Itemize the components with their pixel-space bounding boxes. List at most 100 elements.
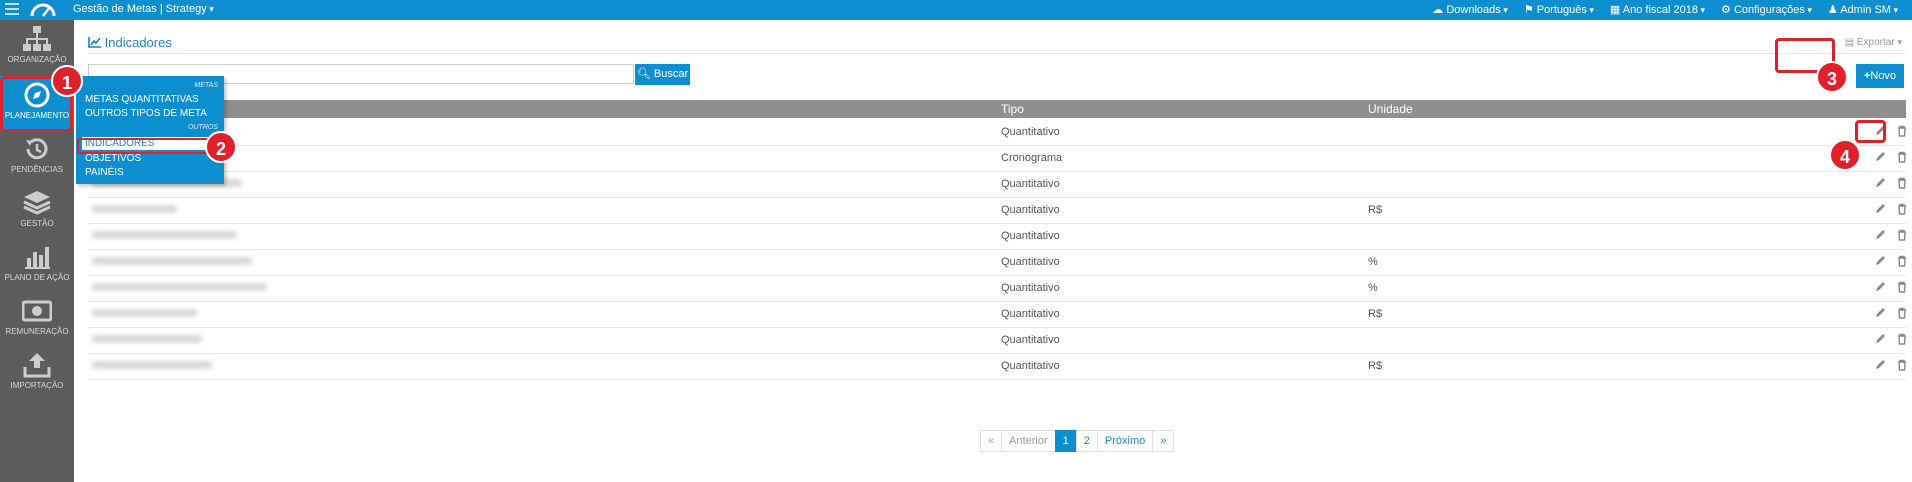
blurred-name bbox=[92, 231, 237, 239]
downloads-menu[interactable]: ☁ Downloads bbox=[1432, 3, 1508, 16]
settings-label: Configurações bbox=[1733, 4, 1805, 16]
hamburger-menu-icon[interactable] bbox=[5, 3, 19, 18]
page-2-link[interactable]: 2 bbox=[1075, 430, 1098, 452]
cell-unidade: R$ bbox=[1368, 360, 1383, 372]
page-title: Indicadores bbox=[88, 35, 172, 50]
search-button-label: Buscar bbox=[653, 68, 689, 80]
export-dropdown[interactable]: ▤ Exportar bbox=[1845, 37, 1902, 48]
table-row[interactable]: Quantitativo R$ bbox=[88, 353, 1906, 380]
first-page-link[interactable]: « bbox=[980, 430, 1003, 452]
pencil-icon[interactable] bbox=[1874, 177, 1886, 189]
cell-unidade: % bbox=[1368, 256, 1378, 268]
section-label-outros: OUTROS bbox=[188, 124, 218, 131]
page-1-link[interactable]: 1 bbox=[1054, 430, 1077, 452]
trash-icon[interactable] bbox=[1896, 203, 1908, 215]
sidebar-item-label: IMPORTAÇÃO bbox=[10, 381, 64, 390]
pencil-icon[interactable] bbox=[1874, 333, 1886, 345]
main-content: Indicadores ▤ Exportar 🔍︎ Buscar +Novo T… bbox=[74, 20, 1912, 482]
top-menu: ☁ Downloads ⚑ Português ▦ Ano fiscal 201… bbox=[1432, 3, 1898, 16]
table-row[interactable]: Quantitativo % bbox=[88, 249, 1906, 276]
pencil-icon[interactable] bbox=[1874, 229, 1886, 241]
section-label-metas: METAS bbox=[194, 82, 218, 89]
fiscal-year-menu[interactable]: ▦ Ano fiscal 2018 bbox=[1610, 3, 1705, 16]
cell-unidade: R$ bbox=[1368, 204, 1383, 216]
cell-tipo: Cronograma bbox=[1001, 152, 1063, 164]
trash-icon[interactable] bbox=[1896, 281, 1908, 293]
trash-icon[interactable] bbox=[1896, 229, 1908, 241]
pencil-icon[interactable] bbox=[1874, 281, 1886, 293]
page-title-text: Indicadores bbox=[104, 35, 172, 50]
table-row[interactable]: Cronograma bbox=[88, 145, 1906, 172]
speedometer-logo-icon[interactable] bbox=[28, 0, 58, 18]
pencil-icon[interactable] bbox=[1874, 307, 1886, 319]
money-icon bbox=[22, 300, 52, 322]
blurred-name bbox=[92, 335, 202, 343]
search-button[interactable]: 🔍︎ Buscar bbox=[635, 64, 690, 85]
settings-menu[interactable]: ⚙ Configurações bbox=[1721, 3, 1812, 16]
pencil-icon[interactable] bbox=[1874, 359, 1886, 371]
cell-tipo: Quantitativo bbox=[1001, 360, 1060, 372]
trash-icon[interactable] bbox=[1896, 307, 1908, 319]
divider bbox=[88, 53, 1906, 54]
highlight-edit-icon bbox=[1855, 120, 1886, 143]
language-menu[interactable]: ⚑ Português bbox=[1524, 3, 1594, 16]
planejamento-dropdown: METAS METAS QUANTITATIVAS OUTROS TIPOS D… bbox=[76, 76, 224, 184]
blurred-name bbox=[92, 361, 212, 369]
trash-icon[interactable] bbox=[1896, 333, 1908, 345]
blurred-name bbox=[92, 309, 197, 317]
table-row[interactable]: Quantitativo bbox=[88, 171, 1906, 198]
trash-icon[interactable] bbox=[1896, 177, 1908, 189]
cell-tipo: Quantitativo bbox=[1001, 334, 1060, 346]
app-title-dropdown[interactable]: Gestão de Metas | Strategy bbox=[73, 3, 214, 15]
table-row[interactable]: Quantitativo % bbox=[88, 275, 1906, 302]
column-header-unidade: Unidade bbox=[1368, 102, 1413, 116]
upload-icon bbox=[23, 353, 51, 378]
cell-tipo: Quantitativo bbox=[1001, 204, 1060, 216]
search-icon: 🔍︎ bbox=[636, 68, 651, 80]
language-label: Português bbox=[1536, 4, 1587, 16]
menu-item-objetivos[interactable]: OBJETIVOS bbox=[85, 153, 141, 164]
sidebar-item-plano-de-acao[interactable]: PLANO DE AÇÃO bbox=[0, 238, 74, 292]
trash-icon[interactable] bbox=[1896, 255, 1908, 267]
new-button-label: Novo bbox=[1870, 70, 1897, 82]
trash-icon[interactable] bbox=[1896, 151, 1908, 163]
menu-item-paineis[interactable]: PAINÉIS bbox=[85, 167, 124, 178]
table-row[interactable]: Quantitativo bbox=[88, 119, 1906, 146]
trash-icon[interactable] bbox=[1896, 125, 1908, 137]
sidebar-item-pendencias[interactable]: PENDÊNCIAS bbox=[0, 130, 74, 184]
trash-icon[interactable] bbox=[1896, 359, 1908, 371]
last-page-link[interactable]: » bbox=[1152, 430, 1175, 452]
sidebar-item-remuneracao[interactable]: REMUNERAÇÃO bbox=[0, 292, 74, 346]
blurred-name bbox=[92, 205, 177, 213]
user-menu[interactable]: ♟ Admin SM bbox=[1828, 3, 1898, 16]
bar-chart-icon bbox=[25, 247, 50, 269]
cell-tipo: Quantitativo bbox=[1001, 282, 1060, 294]
sidebar-item-gestao[interactable]: GESTÃO bbox=[0, 184, 74, 238]
top-bar: Gestão de Metas | Strategy ☁ Downloads ⚑… bbox=[0, 0, 1912, 20]
next-page-link[interactable]: Próximo bbox=[1096, 430, 1154, 452]
new-button[interactable]: +Novo bbox=[1856, 64, 1904, 88]
pencil-icon[interactable] bbox=[1874, 203, 1886, 215]
pencil-icon[interactable] bbox=[1874, 151, 1886, 163]
layers-icon bbox=[23, 191, 51, 215]
step-badge-3: 3 bbox=[1816, 61, 1848, 93]
sidebar-item-label: PLANO DE AÇÃO bbox=[4, 273, 70, 282]
sidebar-item-label: PENDÊNCIAS bbox=[10, 165, 63, 174]
table-row[interactable]: Quantitativo R$ bbox=[88, 301, 1906, 328]
table-row[interactable]: Quantitativo R$ bbox=[88, 197, 1906, 224]
pagination: « Anterior 1 2 Próximo » bbox=[980, 430, 1175, 452]
menu-item-outros-tipos-de-meta[interactable]: OUTROS TIPOS DE META bbox=[85, 108, 207, 119]
highlight-indicadores bbox=[77, 138, 212, 154]
menu-item-metas-quantitativas[interactable]: METAS QUANTITATIVAS bbox=[85, 94, 199, 105]
prev-page-link[interactable]: Anterior bbox=[1001, 430, 1056, 452]
sidebar-item-importacao[interactable]: IMPORTAÇÃO bbox=[0, 346, 74, 400]
sidebar-item-label: REMUNERAÇÃO bbox=[5, 327, 69, 336]
table-row[interactable]: Quantitativo bbox=[88, 223, 1906, 250]
history-icon bbox=[26, 138, 48, 160]
user-label: Admin SM bbox=[1840, 4, 1891, 16]
fiscal-year-label: Ano fiscal 2018 bbox=[1622, 4, 1698, 16]
cell-unidade: R$ bbox=[1368, 308, 1383, 320]
org-chart-icon bbox=[23, 26, 51, 51]
table-row[interactable]: Quantitativo bbox=[88, 327, 1906, 354]
pencil-icon[interactable] bbox=[1874, 255, 1886, 267]
